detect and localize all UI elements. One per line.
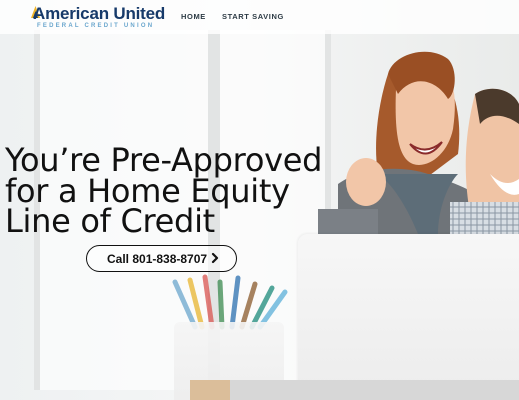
man-cheering-image (450, 88, 519, 244)
logo-subtitle: FEDERAL CREDIT UNION (37, 23, 155, 29)
hero-headline: You’re Pre-Approved for a Home Equity Li… (5, 141, 323, 241)
nav-home[interactable]: HOME (181, 12, 206, 21)
logo[interactable]: American United FEDERAL CREDIT UNION (31, 4, 165, 32)
site-header: American United FEDERAL CREDIT UNION HOM… (0, 0, 519, 34)
nav-start-saving[interactable]: START SAVING (222, 12, 284, 21)
table-surface (230, 380, 519, 400)
call-button[interactable]: Call 801-838-8707 (86, 245, 237, 272)
logo-name: American United (33, 4, 166, 23)
hero-section: You’re Pre-Approved for a Home Equity Li… (0, 0, 519, 400)
chevron-right-icon (211, 252, 219, 264)
laptop-image (298, 234, 519, 400)
call-button-label: Call 801-838-8707 (107, 252, 208, 266)
